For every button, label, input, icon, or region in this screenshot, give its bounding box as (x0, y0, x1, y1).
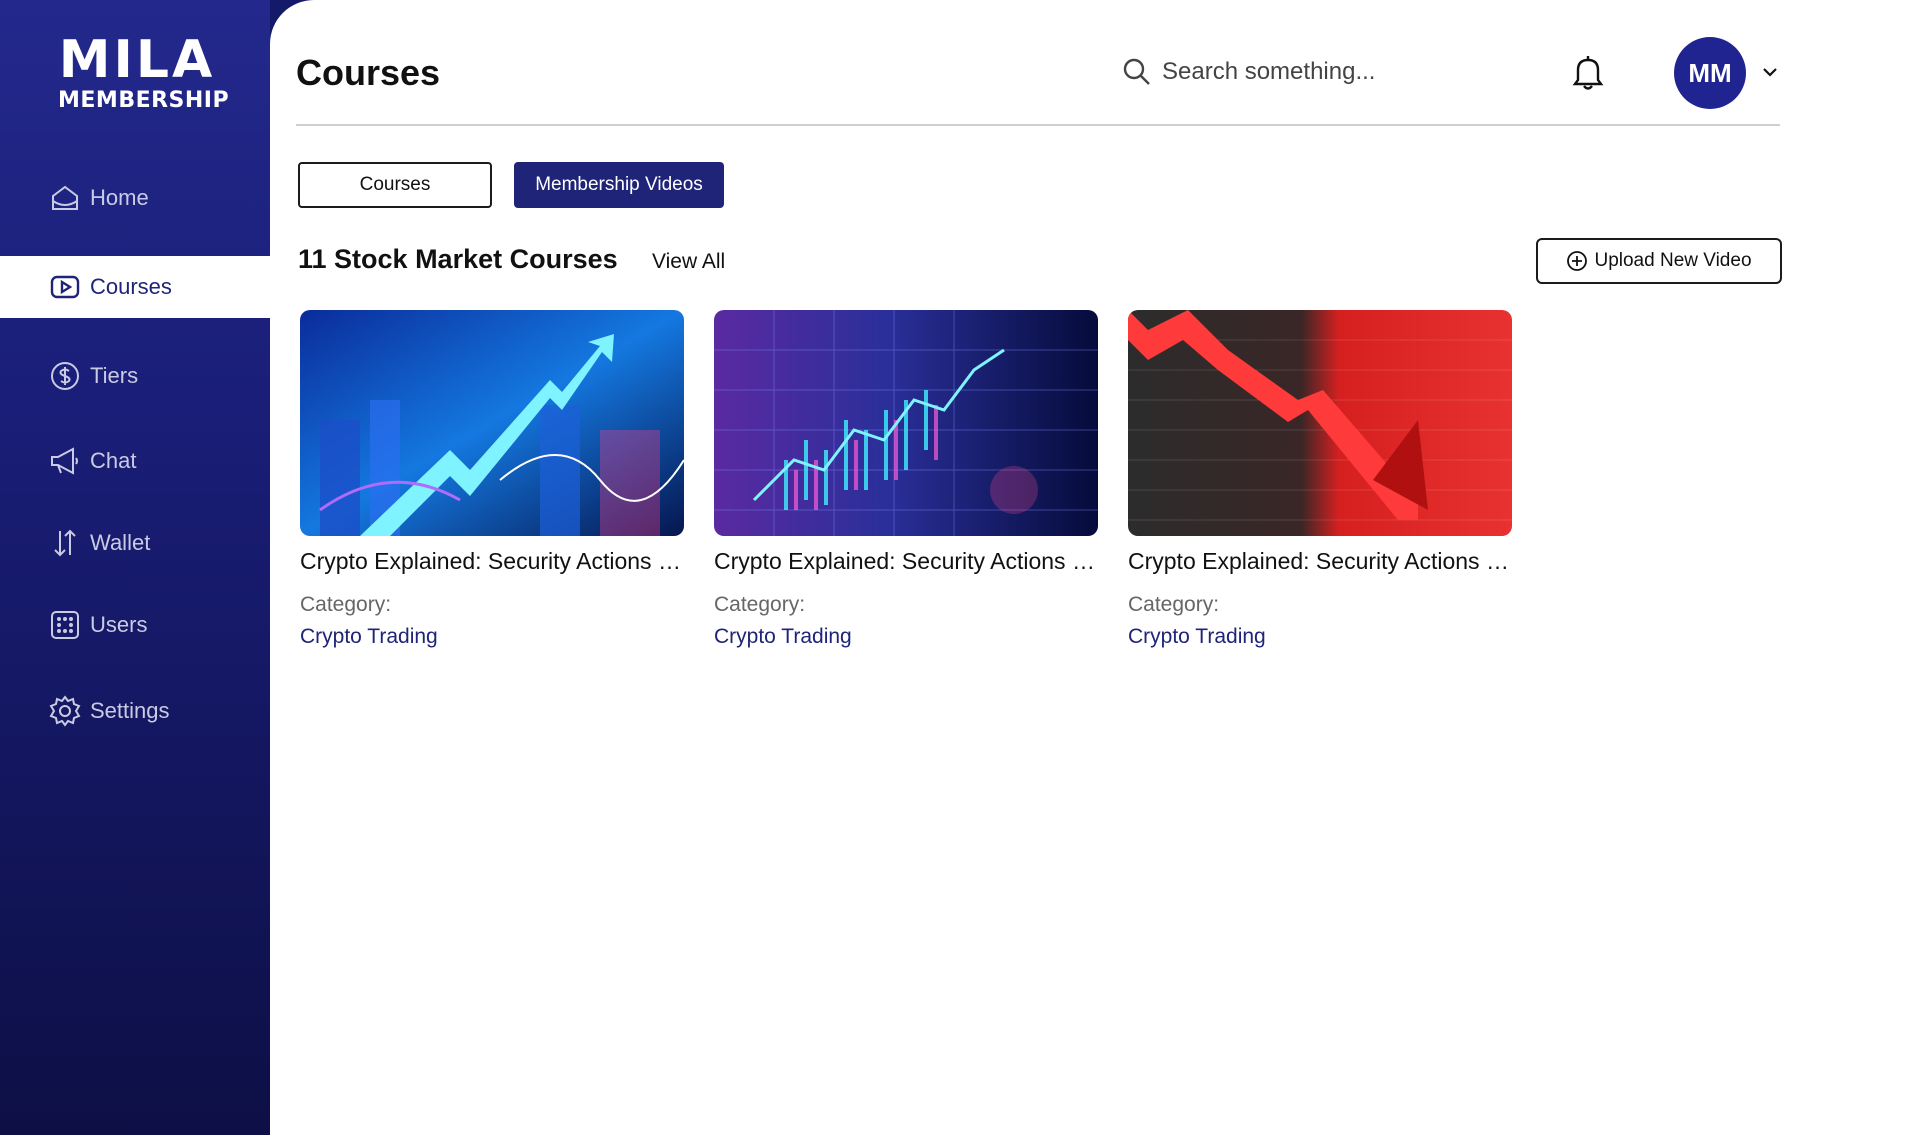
sidebar-item-label: Tiers (90, 363, 139, 388)
dollar-icon (48, 359, 82, 393)
main-panel: Courses MM Courses Membership Videos 11 … (270, 0, 1920, 1135)
sidebar: MILA MEMBERSHIP Home Courses Tiers Chat … (0, 0, 270, 1135)
category-value: Crypto Trading (300, 625, 438, 648)
course-thumbnail[interactable] (1128, 310, 1512, 536)
upload-new-video-button[interactable]: Upload New Video (1536, 238, 1782, 284)
course-card[interactable]: Crypto Explained: Security Actions and T… (1128, 310, 1512, 649)
avatar[interactable]: MM (1674, 37, 1746, 109)
notification-bell-icon[interactable] (1570, 52, 1606, 92)
sidebar-item-tiers[interactable]: Tiers (0, 345, 270, 407)
tab-courses[interactable]: Courses (298, 162, 492, 208)
category-label: Category: (714, 593, 806, 616)
header-divider (296, 124, 1780, 126)
tab-membership-videos[interactable]: Membership Videos (514, 162, 724, 208)
search-bar[interactable] (1122, 52, 1442, 92)
play-icon (48, 270, 82, 304)
sidebar-item-label: Home (90, 185, 149, 210)
sidebar-item-wallet[interactable]: Wallet (0, 512, 270, 574)
sidebar-item-courses[interactable]: Courses (0, 256, 270, 318)
brand-name: MILA (58, 30, 216, 90)
category-value: Crypto Trading (714, 625, 852, 648)
search-input[interactable] (1162, 58, 1432, 86)
sidebar-item-chat[interactable]: Chat (0, 430, 270, 492)
course-title[interactable]: Crypto Explained: Security Actions and T… (300, 548, 684, 575)
arrows-up-down-icon (48, 526, 82, 560)
sidebar-item-users[interactable]: Users (0, 594, 270, 656)
sidebar-item-settings[interactable]: Settings (0, 680, 270, 742)
home-icon (48, 181, 82, 215)
sidebar-item-label: Wallet (90, 530, 151, 555)
course-title[interactable]: Crypto Explained: Security Actions and T… (714, 548, 1098, 575)
category-value: Crypto Trading (1128, 625, 1266, 648)
chevron-down-icon[interactable] (1760, 62, 1780, 82)
sidebar-item-label: Settings (90, 698, 170, 723)
course-thumbnail[interactable] (300, 310, 684, 536)
course-card[interactable]: Crypto Explained: Security Actions and T… (714, 310, 1098, 649)
sidebar-item-home[interactable]: Home (0, 167, 270, 229)
course-title[interactable]: Crypto Explained: Security Actions and T… (1128, 548, 1512, 575)
sidebar-item-label: Courses (90, 274, 172, 299)
plus-circle-icon (1567, 251, 1588, 271)
category-label: Category: (300, 593, 392, 616)
search-icon (1123, 58, 1150, 85)
course-thumbnail[interactable] (714, 310, 1098, 536)
course-card[interactable]: Crypto Explained: Security Actions and T… (300, 310, 684, 649)
grid-icon (48, 608, 82, 642)
gear-icon (48, 694, 82, 728)
sidebar-item-label: Chat (90, 448, 137, 473)
view-all-link[interactable]: View All (652, 250, 725, 274)
category-label: Category: (1128, 593, 1220, 616)
brand-logo[interactable]: MILA MEMBERSHIP (58, 30, 230, 120)
sidebar-item-label: Users (90, 612, 148, 637)
megaphone-icon (48, 444, 82, 478)
page-title: Courses (296, 52, 441, 93)
section-title: 11 Stock Market Courses (298, 244, 618, 274)
upload-button-label: Upload New Video (1594, 250, 1752, 271)
brand-subtitle: MEMBERSHIP (58, 88, 230, 113)
